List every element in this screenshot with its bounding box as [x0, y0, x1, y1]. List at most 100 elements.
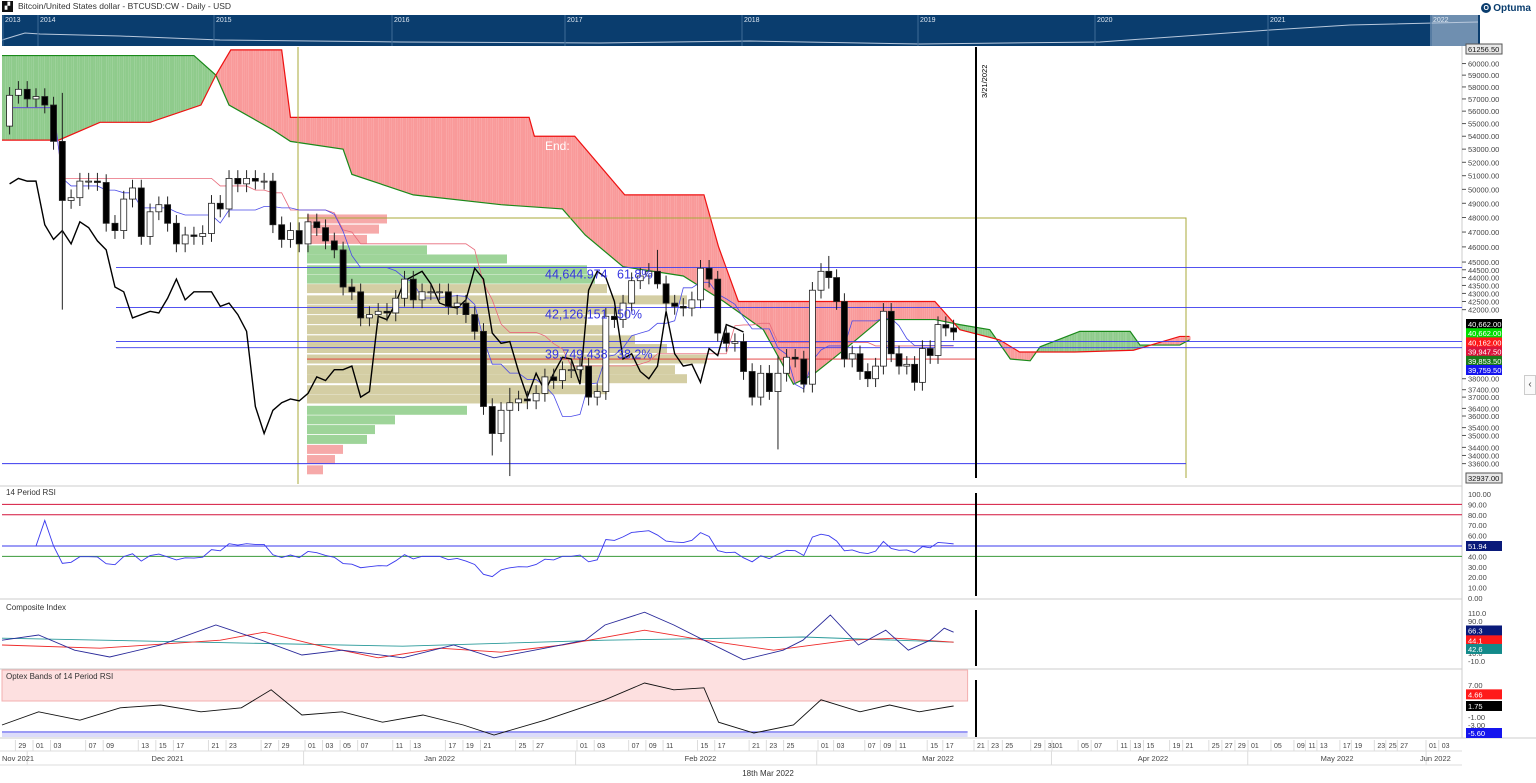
bearish-candle[interactable]	[825, 270, 833, 278]
bearish-candle[interactable]	[251, 178, 259, 182]
bullish-candle[interactable]	[436, 291, 444, 294]
day-label[interactable]: 15	[159, 743, 167, 750]
day-label[interactable]: 11	[396, 743, 403, 750]
day-label[interactable]: 17	[448, 743, 456, 750]
day-label[interactable]: 07	[1094, 743, 1102, 750]
bullish-candle[interactable]	[225, 178, 233, 210]
bearish-candle[interactable]	[383, 310, 391, 314]
day-label[interactable]: 29	[1238, 743, 1246, 750]
bearish-candle[interactable]	[911, 363, 918, 383]
bullish-candle[interactable]	[783, 356, 790, 374]
bearish-candle[interactable]	[800, 358, 808, 385]
price-panel[interactable]: End: 44,644.974 61.8% 42,126.151 50% 39,749.…	[2, 47, 1462, 484]
day-label[interactable]: 11	[899, 743, 906, 750]
bearish-candle[interactable]	[111, 222, 119, 231]
bullish-candle[interactable]	[199, 233, 207, 237]
day-label[interactable]: 11	[1308, 743, 1315, 750]
day-label[interactable]: 21	[977, 743, 985, 750]
bullish-candle[interactable]	[628, 280, 636, 304]
day-label[interactable]: 01	[1055, 743, 1063, 750]
bearish-candle[interactable]	[50, 104, 57, 142]
month-label[interactable]: Nov 2021	[2, 754, 34, 763]
bearish-candle[interactable]	[444, 291, 452, 307]
composite-index-line[interactable]	[1, 611, 954, 661]
day-label[interactable]: 01	[1251, 743, 1259, 750]
bearish-candle[interactable]	[339, 249, 347, 288]
day-label[interactable]: 27	[1225, 743, 1233, 750]
bullish-candle[interactable]	[532, 392, 540, 402]
bullish-candle[interactable]	[374, 310, 382, 316]
bullish-candle[interactable]	[85, 180, 93, 183]
navigator-year-label[interactable]: 2019	[920, 17, 936, 24]
chart-canvas[interactable]: 2013 2014 2015 2016 2017 2018 2019 2020 2021 2022…	[0, 0, 1536, 783]
bullish-candle[interactable]	[688, 299, 696, 309]
navigator-year-label[interactable]: 2017	[567, 17, 583, 24]
collapse-panel-button[interactable]: ‹	[1524, 375, 1536, 395]
day-label[interactable]: 05	[1081, 743, 1089, 750]
bullish-candle[interactable]	[576, 365, 584, 371]
composite-index-panel[interactable]: Composite Index	[1, 603, 954, 661]
navigator-year-label[interactable]: 2021	[1270, 17, 1286, 24]
bearish-candle[interactable]	[102, 182, 110, 224]
day-label[interactable]: 09	[1297, 743, 1305, 750]
navigator-year-label[interactable]: 2018	[744, 17, 760, 24]
bullish-candle[interactable]	[515, 398, 522, 404]
day-label[interactable]: 05	[343, 743, 351, 750]
bearish-candle[interactable]	[295, 230, 303, 245]
day-label[interactable]: 03	[597, 743, 605, 750]
day-label[interactable]: 09	[106, 743, 114, 750]
day-label[interactable]: 03	[837, 743, 845, 750]
bearish-candle[interactable]	[23, 88, 31, 100]
month-label[interactable]: Apr 2022	[1138, 754, 1168, 763]
bearish-candle[interactable]	[269, 180, 277, 226]
bullish-candle[interactable]	[418, 291, 426, 301]
day-label[interactable]: 25	[1212, 743, 1220, 750]
day-label[interactable]: 15	[930, 743, 938, 750]
day-label[interactable]: 15	[1146, 743, 1154, 750]
bearish-candle[interactable]	[409, 278, 417, 301]
day-label[interactable]: 07	[89, 743, 97, 750]
day-label[interactable]: 03	[1442, 743, 1450, 750]
month-label[interactable]: Dec 2021	[152, 754, 184, 763]
day-label[interactable]: 23	[1377, 743, 1385, 750]
day-label[interactable]: 27	[264, 743, 272, 750]
time-navigator[interactable]: 2013 2014 2015 2016 2017 2018 2019 2020 2021 2022	[1, 15, 1480, 46]
bullish-candle[interactable]	[453, 302, 461, 307]
bullish-candle[interactable]	[903, 363, 911, 367]
bullish-candle[interactable]	[497, 409, 505, 434]
bullish-candle[interactable]	[593, 391, 601, 398]
bearish-candle[interactable]	[357, 291, 365, 319]
bearish-candle[interactable]	[864, 371, 872, 380]
bearish-candle[interactable]	[190, 234, 198, 237]
day-label[interactable]: 15	[701, 743, 709, 750]
bearish-candle[interactable]	[679, 305, 687, 309]
bullish-candle[interactable]	[848, 353, 856, 360]
bearish-candle[interactable]	[462, 302, 470, 316]
day-label[interactable]: 27	[536, 743, 544, 750]
rsi-line[interactable]	[9, 519, 954, 578]
day-label[interactable]: 13	[1320, 743, 1328, 750]
day-label[interactable]: 03	[326, 743, 334, 750]
navigator-year-label[interactable]: 2020	[1097, 17, 1113, 24]
day-label[interactable]: 21	[483, 743, 491, 750]
bullish-candle[interactable]	[541, 376, 549, 394]
day-label[interactable]: 01	[821, 743, 829, 750]
bearish-candle[interactable]	[856, 353, 864, 372]
day-label[interactable]: 19	[1354, 743, 1362, 750]
bullish-candle[interactable]	[32, 96, 40, 100]
bullish-candle[interactable]	[287, 230, 294, 240]
day-label[interactable]: 03	[54, 743, 62, 750]
bullish-candle[interactable]	[243, 178, 250, 185]
day-label[interactable]: 05	[1274, 743, 1282, 750]
bullish-candle[interactable]	[304, 221, 312, 245]
bearish-candle[interactable]	[833, 277, 840, 302]
day-label[interactable]: 29	[1034, 743, 1042, 750]
bearish-candle[interactable]	[887, 310, 895, 355]
bullish-candle[interactable]	[155, 204, 163, 213]
day-label[interactable]: 25	[519, 743, 527, 750]
day-label[interactable]: 07	[361, 743, 369, 750]
bullish-candle[interactable]	[129, 187, 136, 200]
day-label[interactable]: 17	[176, 743, 184, 750]
date-axis[interactable]: 29 01 03 07 09 13 15 17 21 23 27 29 01 03 05 07 11 13 17 19…	[0, 740, 1462, 766]
bearish-candle[interactable]	[164, 204, 172, 224]
